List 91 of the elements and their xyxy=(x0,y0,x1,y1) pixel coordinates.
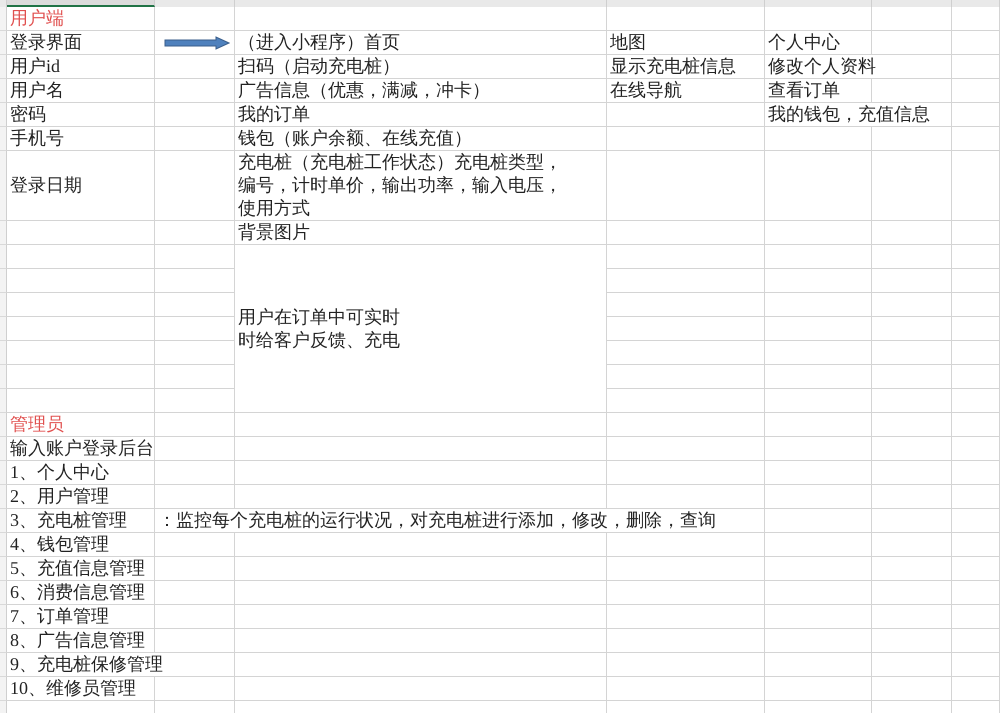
column-header[interactable] xyxy=(7,0,155,7)
table-cell xyxy=(952,677,1000,701)
row-header[interactable] xyxy=(0,509,7,533)
select-all-corner[interactable] xyxy=(0,0,7,7)
table-cell xyxy=(952,533,1000,557)
table-cell xyxy=(952,127,1000,151)
row-header[interactable] xyxy=(0,79,7,103)
table-cell: 显示充电桩信息 xyxy=(607,55,765,79)
row-header[interactable] xyxy=(0,293,7,317)
row-header[interactable] xyxy=(0,485,7,509)
table-cell: 用户在订单中可实时时给客户反馈、充电 xyxy=(235,245,607,413)
table-cell: 充电桩（充电桩工作状态）充电桩类型，编号，计时单价，输出功率，输入电压，使用方式 xyxy=(235,151,607,221)
row-header[interactable] xyxy=(0,461,7,485)
table-cell xyxy=(952,317,1000,341)
table-cell xyxy=(952,653,1000,677)
table-cell xyxy=(952,605,1000,629)
table-cell: 登录日期 xyxy=(7,151,155,221)
table-cell: 2、用户管理 xyxy=(7,485,155,509)
table-cell xyxy=(952,629,1000,653)
table-cell: 4、钱包管理 xyxy=(7,533,155,557)
table-cell: 查看订单 xyxy=(765,79,872,103)
row-header[interactable] xyxy=(0,269,7,293)
table-cell: 钱包（账户余额、在线充值） xyxy=(235,127,607,151)
table-cell: 在线导航 xyxy=(607,79,765,103)
table-cell: 扫码（启动充电桩） xyxy=(235,55,607,79)
table-cell xyxy=(952,79,1000,103)
table-cell: 手机号 xyxy=(7,127,155,151)
row-header[interactable] xyxy=(0,127,7,151)
row-header[interactable] xyxy=(0,581,7,605)
row-header[interactable] xyxy=(0,389,7,413)
table-cell: 3、充电桩管理 xyxy=(7,509,155,533)
table-cell xyxy=(952,55,1000,79)
table-cell xyxy=(952,557,1000,581)
table-cell xyxy=(952,293,1000,317)
table-cell: 5、充值信息管理 xyxy=(7,557,155,581)
row-header[interactable] xyxy=(0,629,7,653)
row-header[interactable] xyxy=(0,437,7,461)
table-cell: 用户id xyxy=(7,55,155,79)
row-header[interactable] xyxy=(0,245,7,269)
table-cell: 8、广告信息管理 xyxy=(7,629,155,653)
row-header[interactable] xyxy=(0,103,7,127)
table-cell: 输入账户登录后台 xyxy=(7,437,155,461)
row-header[interactable] xyxy=(0,31,7,55)
table-cell xyxy=(952,413,1000,437)
table-cell: （进入小程序）首页 xyxy=(235,31,607,55)
table-cell: ：监控每个充电桩的运行状况，对充电桩进行添加，修改，删除，查询 xyxy=(155,509,765,533)
table-cell xyxy=(952,341,1000,365)
table-cell: 6、消费信息管理 xyxy=(7,581,155,605)
row-header[interactable] xyxy=(0,365,7,389)
row-header[interactable] xyxy=(0,151,7,221)
table-cell xyxy=(952,389,1000,413)
table-cell xyxy=(952,461,1000,485)
table-cell: 我的订单 xyxy=(235,103,607,127)
table-cell: 背景图片 xyxy=(235,221,607,245)
row-header[interactable] xyxy=(0,533,7,557)
table-cell xyxy=(952,269,1000,293)
row-header[interactable] xyxy=(0,341,7,365)
table-cell: 1、个人中心 xyxy=(7,461,155,485)
table-cell: 登录界面 xyxy=(7,31,155,55)
table-cell xyxy=(952,103,1000,127)
table-cell xyxy=(952,365,1000,389)
row-header[interactable] xyxy=(0,221,7,245)
table-cell: 9、充电桩保修管理 xyxy=(7,653,235,677)
row-header[interactable] xyxy=(0,677,7,701)
row-header[interactable] xyxy=(0,653,7,677)
table-cell: 地图 xyxy=(607,31,765,55)
section-heading: 用户端 xyxy=(7,7,155,31)
table-cell: 用户名 xyxy=(7,79,155,103)
table-cell xyxy=(952,31,1000,55)
table-cell: 我的钱包，充值信息 xyxy=(765,103,952,127)
row-header[interactable] xyxy=(0,55,7,79)
table-cell xyxy=(952,245,1000,269)
table-cell xyxy=(952,437,1000,461)
table-cell xyxy=(952,581,1000,605)
table-cell: 个人中心 xyxy=(765,31,872,55)
row-header[interactable] xyxy=(0,317,7,341)
table-cell xyxy=(952,485,1000,509)
table-cell xyxy=(952,7,1000,31)
table-cell xyxy=(952,221,1000,245)
table-cell: 10、维修员管理 xyxy=(7,677,155,701)
table-cell: 7、订单管理 xyxy=(7,605,155,629)
row-header[interactable] xyxy=(0,413,7,437)
table-cell xyxy=(952,509,1000,533)
row-header[interactable] xyxy=(0,7,7,31)
table-cell: 修改个人资料 xyxy=(765,55,952,79)
row-header[interactable] xyxy=(0,557,7,581)
table-cell xyxy=(952,151,1000,221)
row-header[interactable] xyxy=(0,605,7,629)
table-cell: 广告信息（优惠，满减，冲卡） xyxy=(235,79,607,103)
section-heading: 管理员 xyxy=(7,413,155,437)
table-cell: 密码 xyxy=(7,103,155,127)
